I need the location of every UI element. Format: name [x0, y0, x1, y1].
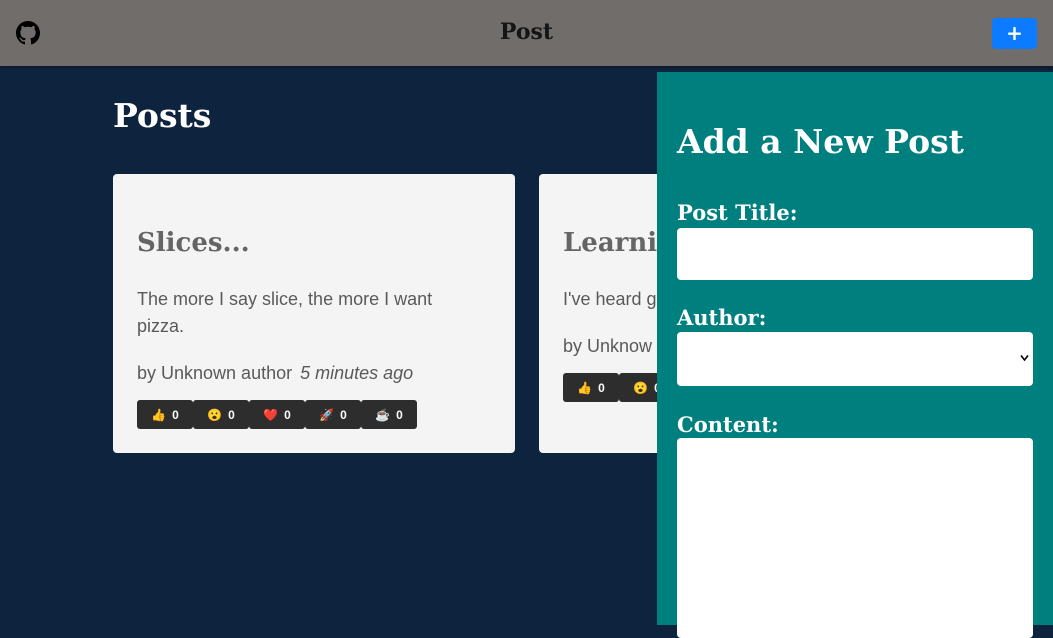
post-title[interactable]: Slices... [137, 228, 250, 258]
chevron-down-icon [1020, 355, 1029, 362]
wow-face-icon: 😮 [633, 380, 649, 395]
reaction-thumbs-up-button[interactable]: 👍 0 [563, 373, 619, 402]
post-timestamp: 5 minutes ago [300, 363, 414, 383]
reaction-count: 0 [172, 407, 179, 422]
page-title: Posts [113, 96, 212, 135]
coffee-icon: ☕ [375, 407, 391, 422]
reaction-bar: 👍 0 😮 0 ❤️ 0 🚀 0 ☕ 0 [137, 400, 417, 429]
post-author: by Unknown author [137, 363, 293, 383]
reaction-count: 0 [228, 407, 235, 422]
thumbs-up-icon: 👍 [577, 380, 593, 395]
post-card: Slices... The more I say slice, the more… [113, 174, 515, 453]
post-title-input[interactable] [677, 228, 1033, 280]
heart-icon: ❤️ [263, 407, 279, 422]
content-textarea[interactable] [677, 438, 1033, 638]
post-meta: by Unknow [563, 336, 652, 357]
wow-face-icon: 😮 [207, 407, 223, 422]
reaction-thumbs-up-button[interactable]: 👍 0 [137, 400, 193, 429]
reaction-heart-button[interactable]: ❤️ 0 [249, 400, 305, 429]
reaction-count: 0 [396, 407, 403, 422]
reaction-count: 0 [284, 407, 291, 422]
reaction-coffee-button[interactable]: ☕ 0 [361, 400, 417, 429]
post-meta: by Unknown author 5 minutes ago [137, 363, 413, 384]
add-post-button[interactable]: + [992, 18, 1037, 49]
thumbs-up-icon: 👍 [151, 407, 167, 422]
author-select[interactable] [677, 332, 1033, 386]
post-title-label: Post Title: [677, 200, 798, 225]
reaction-wow-button[interactable]: 😮 0 [193, 400, 249, 429]
drawer-title: Add a New Post [677, 122, 964, 161]
app-title: Post [499, 19, 554, 45]
reaction-rocket-button[interactable]: 🚀 0 [305, 400, 361, 429]
reaction-count: 0 [340, 407, 347, 422]
post-body: The more I say slice, the more I want pi… [137, 289, 433, 336]
reaction-count: 0 [598, 380, 605, 395]
author-label: Author: [677, 305, 767, 330]
post-author: by Unknow [563, 336, 653, 356]
rocket-icon: 🚀 [319, 407, 335, 422]
content-label: Content: [677, 412, 779, 437]
add-post-drawer: Add a New Post Post Title: Author: Conte… [657, 72, 1053, 638]
top-nav-bar: Post + [0, 0, 1053, 66]
